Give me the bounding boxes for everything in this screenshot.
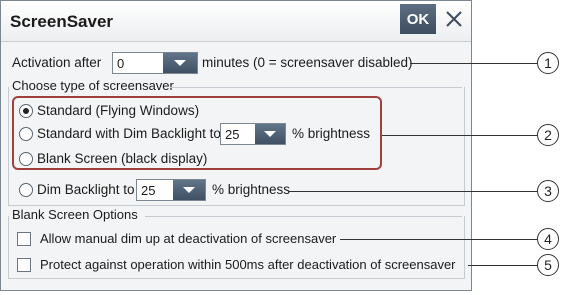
- radio-standard-label: Standard (Flying Windows): [37, 103, 200, 118]
- close-button[interactable]: [440, 4, 468, 34]
- standard-dim-brightness-value: 25: [225, 127, 240, 142]
- callout-2: 2: [537, 124, 559, 146]
- callout-5: 5: [537, 254, 559, 276]
- standard-dim-brightness-suffix: % brightness: [292, 126, 371, 141]
- radio-standard-dim[interactable]: [19, 127, 33, 141]
- checkbox-allow-manual-dim[interactable]: [17, 232, 31, 246]
- radio-blank-screen-label: Blank Screen (black display): [37, 151, 208, 166]
- chevron-down-icon[interactable]: [255, 124, 285, 144]
- callout-line-4: [340, 239, 538, 240]
- standard-dim-brightness-dropdown[interactable]: 25: [220, 123, 286, 145]
- chevron-down-icon[interactable]: [163, 53, 197, 73]
- radio-standard[interactable]: [19, 104, 33, 118]
- activation-minutes-value: 0: [117, 56, 125, 71]
- chevron-down-icon[interactable]: [173, 180, 205, 200]
- radio-dim-backlight[interactable]: [19, 183, 33, 197]
- dim-backlight-brightness-dropdown[interactable]: 25: [136, 179, 206, 201]
- dim-backlight-brightness-suffix: % brightness: [212, 182, 291, 197]
- checkbox-allow-manual-dim-label: Allow manual dim up at deactivation of s…: [40, 231, 337, 246]
- checkbox-protect-operation-label: Protect against operation within 500ms a…: [40, 257, 456, 272]
- ok-button[interactable]: OK: [400, 4, 436, 34]
- callout-1: 1: [537, 52, 559, 74]
- checkbox-protect-operation[interactable]: [17, 258, 31, 272]
- callout-line-1: [410, 63, 538, 64]
- activation-minutes-dropdown[interactable]: 0: [112, 52, 198, 74]
- radio-dim-backlight-label: Dim Backlight to: [37, 182, 135, 197]
- dim-backlight-brightness-value: 25: [141, 183, 156, 198]
- radio-standard-dim-label: Standard with Dim Backlight to: [37, 126, 221, 141]
- callout-line-2: [382, 135, 538, 136]
- callout-3: 3: [537, 180, 559, 202]
- dialog-title: ScreenSaver: [10, 12, 114, 31]
- activation-suffix: minutes (0 = screensaver disabled): [202, 55, 413, 70]
- activation-label: Activation after: [12, 55, 102, 70]
- callout-line-5: [468, 265, 538, 266]
- callout-line-3: [288, 191, 538, 192]
- callout-4: 4: [537, 228, 559, 250]
- close-icon: [446, 11, 462, 27]
- radio-blank-screen[interactable]: [19, 152, 33, 166]
